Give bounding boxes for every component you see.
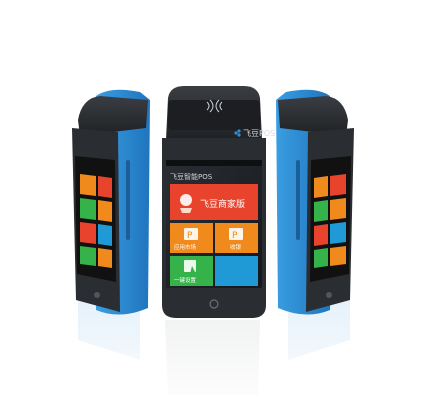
svg-text:P: P xyxy=(232,231,238,241)
left-home-button xyxy=(94,292,100,298)
tile-app-market[interactable]: P 应用市场 xyxy=(170,223,213,253)
tap-hand-icon xyxy=(184,260,196,274)
svg-text:P: P xyxy=(187,231,193,241)
merchant-hand-icon xyxy=(180,194,192,213)
tile-cashier[interactable]: P 收银 xyxy=(215,223,258,253)
app-market-bag-icon: P xyxy=(184,228,198,241)
right-home-button xyxy=(326,292,332,298)
tile-merchant-label: 飞豆商家版 xyxy=(200,198,245,210)
tile-merchant[interactable]: 飞豆商家版 xyxy=(170,184,258,220)
center-pos-device: 飞豆POS 飞豆智能POS 飞豆商家版 P 应用市场 P 收银 一键设置 xyxy=(162,86,275,318)
brand-logo-text: 飞豆POS xyxy=(243,129,275,138)
right-pos-device xyxy=(276,89,354,315)
tile-settings-label: 一键设置 xyxy=(174,276,197,284)
tile-app-market-label: 应用市场 xyxy=(174,243,197,251)
tile-cashier-label: 收银 xyxy=(230,243,242,251)
left-pos-device xyxy=(72,89,150,315)
screen-title: 飞豆智能POS xyxy=(170,172,213,181)
pos-devices-illustration: 飞豆POS 飞豆智能POS 飞豆商家版 P 应用市场 P 收银 一键设置 xyxy=(0,86,426,411)
tile-settings[interactable]: 一键设置 xyxy=(170,256,213,286)
pos-product-scene: 飞豆POS 飞豆智能POS 飞豆商家版 P 应用市场 P 收银 一键设置 xyxy=(0,0,426,411)
tile-blank[interactable] xyxy=(215,256,258,286)
cashier-bag-icon: P xyxy=(229,228,243,241)
